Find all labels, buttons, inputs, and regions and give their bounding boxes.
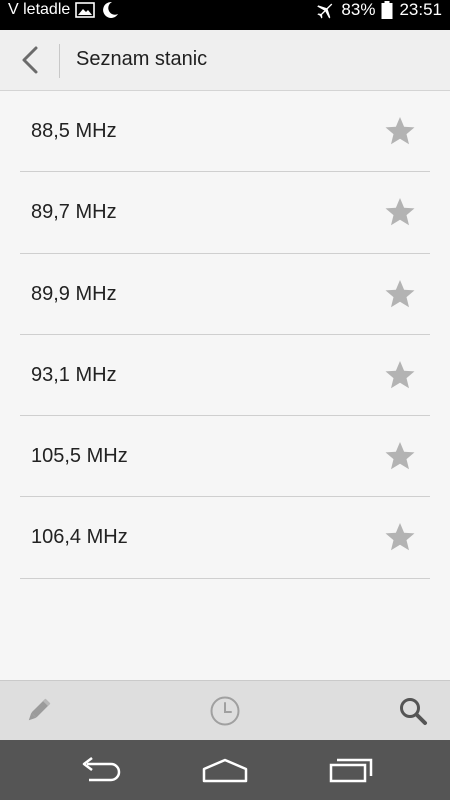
- image-icon: [75, 2, 96, 18]
- status-left: V letadle: [8, 0, 120, 20]
- airplane-icon: [315, 0, 335, 20]
- home-icon: [201, 757, 249, 783]
- back-icon: [77, 756, 123, 784]
- back-button[interactable]: [10, 40, 50, 80]
- pencil-icon: [22, 695, 54, 727]
- edit-button[interactable]: [22, 695, 54, 727]
- station-row[interactable]: 105,5 MHz: [20, 416, 430, 498]
- star-icon[interactable]: [384, 440, 416, 472]
- moon-icon: [100, 0, 120, 20]
- station-frequency: 89,7 MHz: [31, 201, 117, 224]
- station-frequency: 88,5 MHz: [31, 120, 117, 142]
- airplane-mode-label: V letadle: [8, 1, 71, 18]
- station-frequency: 93,1 MHz: [31, 363, 117, 386]
- star-icon[interactable]: [384, 115, 416, 147]
- station-list: 88,5 MHz 89,7 MHz 89,9 MHz 93,1 MHz 105,…: [20, 91, 430, 579]
- battery-icon: [381, 1, 393, 19]
- nav-home-button[interactable]: [200, 754, 250, 786]
- station-row[interactable]: 89,9 MHz: [20, 254, 430, 335]
- search-icon: [397, 695, 429, 727]
- search-button[interactable]: [397, 695, 429, 727]
- nav-recent-button[interactable]: [326, 754, 376, 786]
- station-frequency: 89,9 MHz: [31, 282, 117, 305]
- app-header: Seznam stanic: [0, 30, 450, 91]
- chevron-left-icon: [20, 45, 40, 75]
- star-icon[interactable]: [384, 359, 416, 391]
- status-right: 83% 23:51: [315, 0, 442, 20]
- star-icon[interactable]: [384, 521, 416, 553]
- star-icon[interactable]: [384, 278, 416, 310]
- recent-apps-icon: [327, 756, 375, 784]
- page-title: Seznam stanic: [76, 48, 208, 70]
- bottom-toolbar: [0, 680, 450, 740]
- star-icon[interactable]: [384, 196, 416, 228]
- station-row[interactable]: 89,7 MHz: [20, 172, 430, 254]
- history-button[interactable]: [209, 695, 241, 727]
- station-row[interactable]: 93,1 MHz: [20, 335, 430, 417]
- station-frequency: 105,5 MHz: [31, 445, 128, 468]
- station-row[interactable]: 106,4 MHz: [20, 497, 430, 579]
- status-bar: V letadle 83% 23:51: [0, 0, 450, 30]
- navigation-bar: [0, 740, 450, 800]
- station-row[interactable]: 88,5 MHz: [20, 91, 430, 173]
- station-frequency: 106,4 MHz: [31, 526, 128, 549]
- clock-icon: [209, 695, 241, 727]
- header-divider: [59, 44, 60, 78]
- nav-back-button[interactable]: [75, 754, 125, 786]
- battery-percent: 83%: [341, 0, 376, 19]
- clock-time: 23:51: [399, 0, 442, 19]
